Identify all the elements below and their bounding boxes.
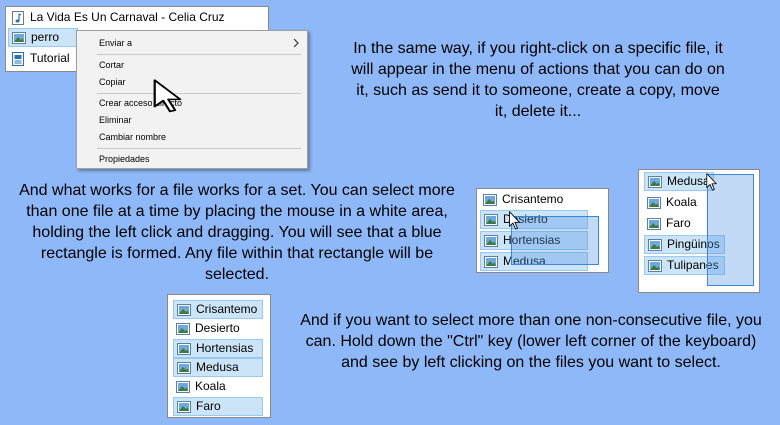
menu-item-properties[interactable]: Propiedades: [99, 152, 150, 166]
file-item[interactable]: Medusa: [644, 172, 714, 191]
ctrl-select-list: Crisantemo Desierto Hortensias Medusa Ko…: [167, 294, 271, 418]
file-name: perro: [31, 30, 60, 44]
file-name: Crisantemo: [196, 302, 258, 316]
file-name: Tutorial: [30, 51, 70, 65]
file-name: Hortensias: [196, 341, 254, 355]
file-name: La Vida Es Un Carnaval - Celia Cruz: [30, 10, 225, 24]
context-menu: Enviar a Cortar Copiar Crear acceso dire…: [76, 30, 308, 169]
file-item[interactable]: Koala: [644, 193, 714, 212]
menu-item-send-to[interactable]: Enviar a: [99, 36, 132, 50]
image-file-icon: [647, 217, 661, 231]
file-item[interactable]: Faro: [644, 214, 714, 233]
right-click-explanation: In the same way, if you right-click on a…: [351, 40, 725, 120]
file-item[interactable]: Crisantemo: [480, 190, 580, 209]
image-file-icon: [647, 196, 661, 210]
mouse-cursor-icon: [153, 79, 187, 115]
image-file-icon: [648, 259, 662, 273]
menu-separator: [97, 148, 301, 149]
ctrl-select-explanation: And if you want to select more than one …: [300, 312, 762, 371]
image-file-icon: [177, 400, 191, 414]
file-name: Medusa: [196, 360, 239, 374]
file-item[interactable]: Koala: [173, 377, 263, 396]
menu-item-delete[interactable]: Eliminar: [99, 113, 132, 127]
menu-separator: [97, 93, 301, 94]
selection-rectangle: [511, 216, 599, 265]
file-item[interactable]: Desierto: [173, 319, 263, 338]
image-file-icon: [176, 322, 190, 336]
document-file-icon: [12, 51, 24, 66]
image-file-icon: [176, 380, 190, 394]
menu-item-cut[interactable]: Cortar: [99, 58, 124, 72]
menu-item-rename[interactable]: Cambiar nombre: [99, 130, 166, 144]
image-file-icon: [177, 342, 191, 356]
image-file-icon: [483, 193, 497, 207]
file-name: Crisantemo: [502, 192, 564, 206]
file-item[interactable]: Medusa: [173, 358, 263, 377]
chevron-right-icon: [293, 38, 299, 48]
file-item-tutorial[interactable]: Tutorial: [8, 49, 78, 68]
drag-select-list-b: Medusa Koala Faro Pingüinos Tulipanes: [638, 169, 760, 293]
image-file-icon: [12, 31, 26, 45]
file-name: Medusa: [667, 174, 710, 188]
mouse-cursor-icon: [706, 173, 719, 192]
file-name: Faro: [196, 399, 221, 413]
music-file-icon: [12, 10, 24, 25]
image-file-icon: [177, 361, 191, 375]
image-file-icon: [648, 175, 662, 189]
file-name: Faro: [666, 216, 691, 230]
file-item[interactable]: Crisantemo: [173, 300, 263, 319]
file-item[interactable]: Hortensias: [173, 339, 263, 358]
drag-select-list-a: Crisantemo Desierto Hortensias Medusa: [476, 188, 609, 273]
drag-select-explanation: And what works for a file works for a se…: [19, 182, 455, 283]
file-item[interactable]: Faro: [173, 397, 263, 416]
mouse-cursor-icon: [508, 211, 523, 231]
menu-item-copy[interactable]: Copiar: [99, 75, 126, 89]
file-name: Koala: [195, 379, 226, 393]
file-name: Desierto: [195, 321, 240, 335]
image-file-icon: [484, 255, 498, 269]
image-file-icon: [484, 213, 498, 227]
file-item-perro[interactable]: perro: [8, 28, 78, 47]
menu-separator: [97, 54, 301, 55]
file-item-song[interactable]: La Vida Es Un Carnaval - Celia Cruz: [8, 8, 266, 27]
file-name: Koala: [666, 195, 697, 209]
image-file-icon: [648, 238, 662, 252]
image-file-icon: [177, 303, 191, 317]
image-file-icon: [484, 234, 498, 248]
